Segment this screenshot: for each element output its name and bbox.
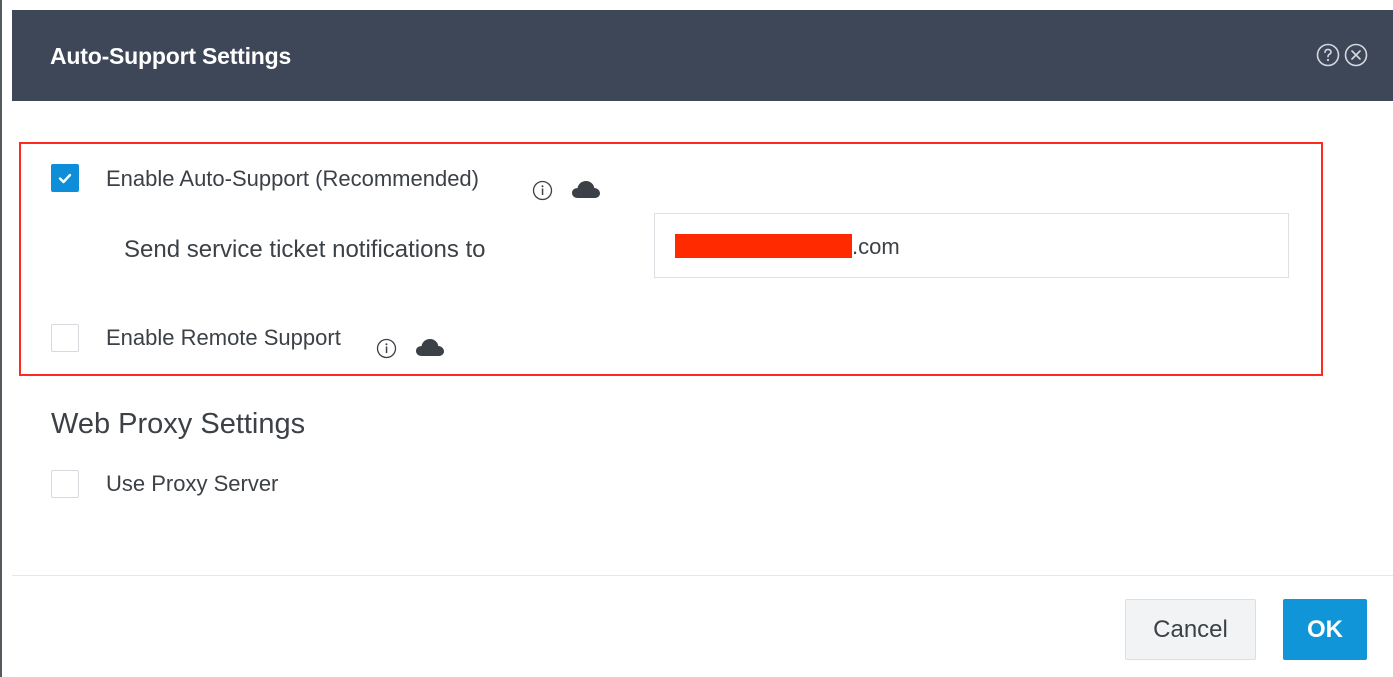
dialog-title: Auto-Support Settings xyxy=(50,43,292,69)
header-actions xyxy=(1316,43,1368,67)
notification-recipient-label: Send service ticket notifications to xyxy=(124,236,486,263)
use-proxy-server-label: Use Proxy Server xyxy=(106,471,279,496)
auto-support-dialog: Auto-Support Settings Enable Auto-Suppor… xyxy=(0,0,1393,677)
email-domain-suffix: .com xyxy=(852,234,900,259)
redacted-email-block xyxy=(675,234,852,258)
enable-auto-support-label: Enable Auto-Support (Recommended) xyxy=(106,166,479,191)
footer-divider xyxy=(12,575,1393,576)
enable-remote-support-label: Enable Remote Support xyxy=(106,325,341,350)
notification-email-input[interactable]: .com xyxy=(654,213,1289,278)
cancel-button[interactable]: Cancel xyxy=(1125,599,1256,660)
info-icon[interactable] xyxy=(376,338,397,359)
help-icon[interactable] xyxy=(1316,43,1340,67)
close-icon[interactable] xyxy=(1344,43,1368,67)
cloud-icon xyxy=(416,339,444,356)
dialog-header: Auto-Support Settings xyxy=(12,10,1393,101)
enable-remote-support-checkbox[interactable] xyxy=(51,324,79,352)
ok-button[interactable]: OK xyxy=(1283,599,1367,660)
web-proxy-section-title: Web Proxy Settings xyxy=(51,408,306,440)
info-icon[interactable] xyxy=(532,180,553,201)
use-proxy-server-checkbox[interactable] xyxy=(51,470,79,498)
cloud-icon xyxy=(572,181,600,198)
checkmark-icon xyxy=(58,173,72,184)
enable-auto-support-checkbox[interactable] xyxy=(51,164,79,192)
